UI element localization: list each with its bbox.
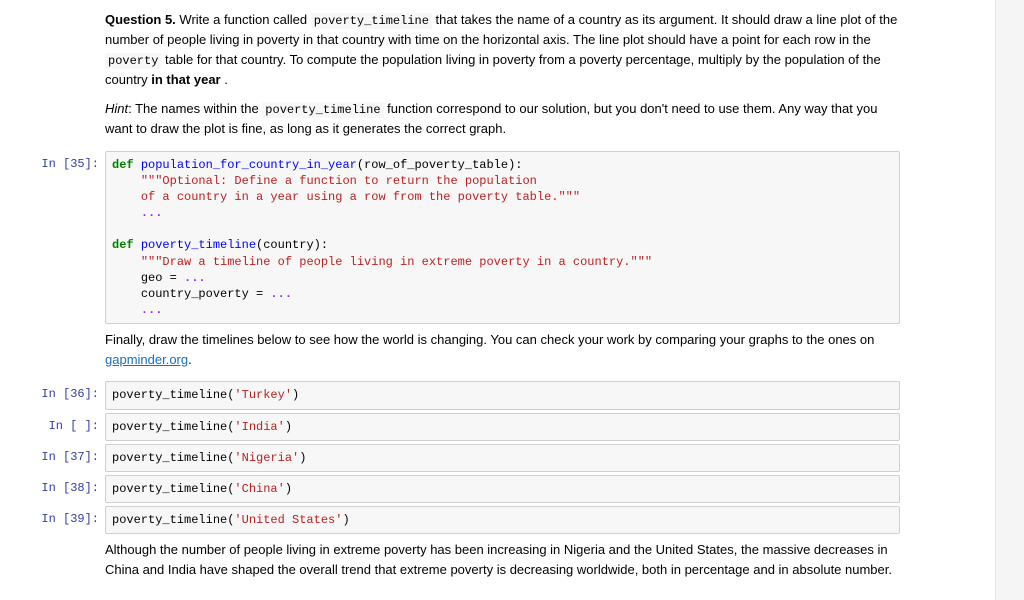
ellipsis-2: ... [112,303,162,317]
code-cell-35: In [35]: def population_for_country_in_y… [40,151,900,325]
finally-post: . [188,352,192,367]
ellipsis-1: ... [112,206,162,220]
markdown-finally: Finally, draw the timelines below to see… [105,330,900,369]
code-content: poverty_timeline('Turkey') [112,387,893,403]
call-arg: 'Turkey' [234,388,292,402]
hint-pre: : The names within the [128,101,262,116]
question-label: Question 5. [105,12,176,27]
assign-cp-lhs: country_poverty [112,287,256,301]
input-prompt: In [38]: [40,475,105,503]
docstring-1a: """Optional: Define a function to return… [112,174,544,188]
finally-para: Finally, draw the timelines below to see… [105,330,900,369]
assign-geo-lhs: geo [112,271,170,285]
page: Question 5. Write a function called pove… [0,0,1024,600]
finally-pre: Finally, draw the timelines below to see… [105,332,874,347]
assign-geo-rhs: ... [177,271,206,285]
markdown-conclusion: Although the number of people living in … [105,540,900,579]
code-input[interactable]: poverty_timeline('Nigeria') [105,444,900,472]
call-arg: 'India' [234,420,284,434]
inline-code-table: poverty [105,53,161,69]
code-content: poverty_timeline('China') [112,481,893,497]
inline-code-hint-func: poverty_timeline [262,102,383,118]
params-1: (row_of_poverty_table): [357,158,523,172]
code-content: poverty_timeline('United States') [112,512,893,528]
docstring-1b: of a country in a year using a row from … [112,190,580,204]
code-cell-39: In [39]: poverty_timeline('United States… [40,506,900,534]
code-cell-36: In [36]: poverty_timeline('Turkey') [40,381,900,409]
q-bold-year: in that year [151,72,220,87]
call-fn: poverty_timeline [112,451,227,465]
call-arg: 'United States' [234,513,342,527]
code-content-35: def population_for_country_in_year(row_o… [112,157,893,319]
input-prompt: In [ ]: [40,413,105,441]
hint-label: Hint [105,101,128,116]
scrollbar-gutter[interactable] [995,0,1024,600]
notebook: Question 5. Write a function called pove… [0,0,940,600]
call-fn: poverty_timeline [112,420,227,434]
assign-cp-rhs: ... [263,287,292,301]
conclusion-text: Although the number of people living in … [105,540,900,579]
assign-geo-eq: = [170,271,177,285]
question-hint: Hint: The names within the poverty_timel… [105,99,900,139]
code-content: poverty_timeline('India') [112,419,893,435]
code-content: poverty_timeline('Nigeria') [112,450,893,466]
question-para-1: Question 5. Write a function called pove… [105,10,900,89]
fn-name-2: poverty_timeline [141,238,256,252]
code-input[interactable]: poverty_timeline('United States') [105,506,900,534]
input-prompt-35: In [35]: [40,151,105,325]
link-gapminder[interactable]: gapminder.org [105,352,188,367]
code-cell-38: In [38]: poverty_timeline('China') [40,475,900,503]
call-arg: 'Nigeria' [234,451,299,465]
inline-code-funcname: poverty_timeline [311,13,432,29]
kw-def-2: def [112,238,134,252]
call-fn: poverty_timeline [112,513,227,527]
call-arg: 'China' [234,482,284,496]
q-text-1: Write a function called [179,12,310,27]
q-text-3: table for that country. To compute the p… [105,52,881,87]
call-fn: poverty_timeline [112,388,227,402]
fn-name-1: population_for_country_in_year [141,158,357,172]
params-2: (country): [256,238,328,252]
code-cell-37: In [37]: poverty_timeline('Nigeria') [40,444,900,472]
q-text-4: . [224,72,228,87]
code-input[interactable]: poverty_timeline('India') [105,413,900,441]
docstring-2: """Draw a timeline of people living in e… [112,255,652,269]
input-prompt: In [39]: [40,506,105,534]
code-cell-empty: In [ ]: poverty_timeline('India') [40,413,900,441]
call-fn: poverty_timeline [112,482,227,496]
code-input-35[interactable]: def population_for_country_in_year(row_o… [105,151,900,325]
input-prompt: In [36]: [40,381,105,409]
input-prompt: In [37]: [40,444,105,472]
markdown-question: Question 5. Write a function called pove… [105,10,900,139]
kw-def: def [112,158,134,172]
code-input[interactable]: poverty_timeline('China') [105,475,900,503]
code-input[interactable]: poverty_timeline('Turkey') [105,381,900,409]
